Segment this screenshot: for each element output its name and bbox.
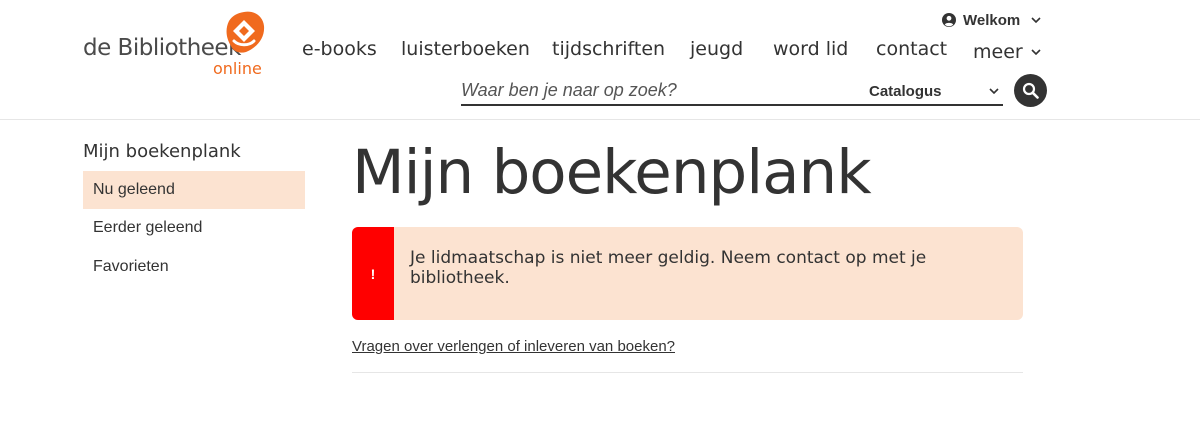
sidebar-item-nu-geleend[interactable]: Nu geleend (83, 171, 305, 209)
page-title: Mijn boekenplank (352, 137, 872, 208)
site-header: de Bibliotheek online Welkom e-books lui… (0, 0, 1200, 120)
nav-ebooks[interactable]: e-books (302, 38, 377, 66)
search-icon (1022, 82, 1039, 99)
nav-jeugd[interactable]: jeugd (690, 38, 743, 66)
membership-alert: ! Je lidmaatschap is niet meer geldig. N… (352, 227, 1023, 320)
catalog-select[interactable]: Catalogus (869, 80, 999, 102)
nav-meer-label: meer (973, 41, 1023, 63)
search-input[interactable] (461, 77, 851, 103)
sidebar-item-label: Eerder geleend (93, 219, 203, 236)
logo-sub: online (213, 59, 262, 78)
library-logo[interactable]: de Bibliotheek online (83, 10, 273, 80)
sidebar-item-label: Nu geleend (93, 181, 175, 198)
nav-tijdschriften[interactable]: tijdschriften (552, 38, 665, 66)
divider (352, 372, 1023, 373)
help-link[interactable]: Vragen over verlengen of inleveren van b… (352, 338, 675, 355)
nav-meer[interactable]: meer (973, 38, 1041, 66)
nav-luisterboeken[interactable]: luisterboeken (401, 38, 530, 66)
catalog-select-value: Catalogus (869, 82, 942, 100)
welcome-label: Welkom (963, 11, 1021, 29)
sidebar-title: Mijn boekenplank (83, 141, 241, 162)
alert-message: Je lidmaatschap is niet meer geldig. Nee… (410, 248, 927, 288)
search-button[interactable] (1014, 74, 1047, 107)
welcome-menu[interactable]: Welkom (942, 10, 1041, 30)
sidebar-item-label: Favorieten (93, 258, 169, 275)
chevron-down-icon (1031, 49, 1041, 55)
nav-word-lid[interactable]: word lid (773, 38, 848, 66)
logo-name: de Bibliotheek (83, 35, 241, 61)
logo-mark-icon (226, 11, 265, 53)
chevron-down-icon (989, 88, 999, 94)
search-bar: Catalogus (461, 77, 1003, 106)
sidebar-item-eerder-geleend[interactable]: Eerder geleend (83, 209, 305, 247)
user-icon (942, 13, 956, 27)
nav-contact[interactable]: contact (876, 38, 947, 66)
chevron-down-icon (1031, 17, 1041, 23)
alert-icon: ! (352, 227, 394, 320)
sidebar-item-favorieten[interactable]: Favorieten (83, 248, 305, 286)
